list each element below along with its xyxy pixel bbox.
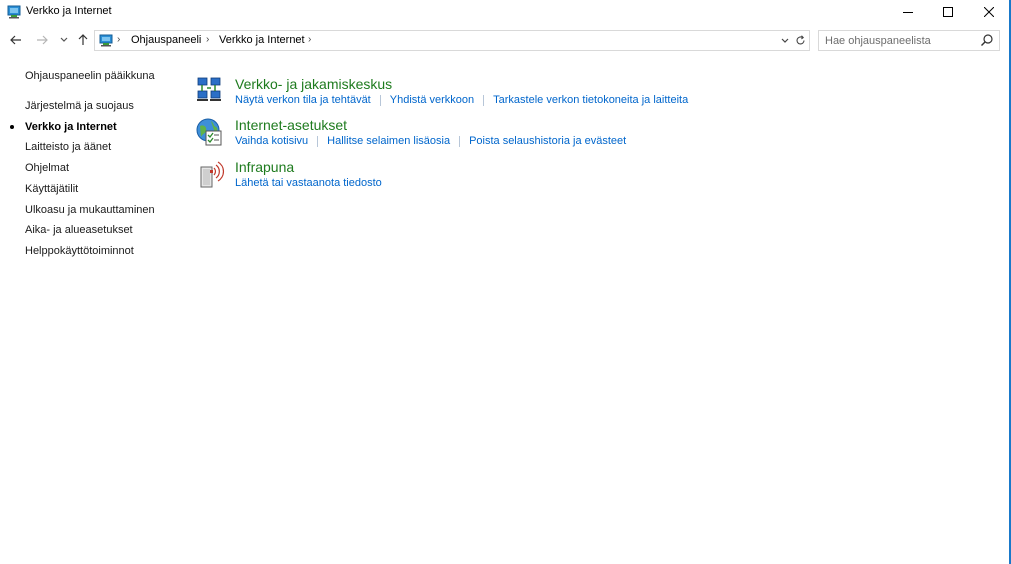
- recent-locations-button[interactable]: [57, 30, 71, 50]
- search-icon[interactable]: [979, 33, 995, 48]
- link-change-home-page[interactable]: Vaihda kotisivu: [235, 135, 308, 147]
- navigation-row: › Ohjauspaneeli › Verkko ja Internet ›: [0, 28, 1009, 54]
- title-bar[interactable]: Verkko ja Internet: [0, 0, 1009, 24]
- search-box[interactable]: [818, 30, 1000, 51]
- arrow-up-icon: [78, 34, 88, 45]
- category-title[interactable]: Internet-asetukset: [235, 117, 347, 133]
- category-infrared: Infrapuna Lähetä tai vastaanota tiedosto: [195, 159, 895, 199]
- up-button[interactable]: [74, 30, 92, 50]
- link-separator: [483, 94, 485, 106]
- link-connect-to-network[interactable]: Yhdistä verkkoon: [390, 94, 474, 106]
- control-panel-icon: [99, 34, 113, 47]
- close-button[interactable]: [969, 0, 1009, 24]
- minimize-button[interactable]: [888, 0, 928, 24]
- back-button[interactable]: [7, 30, 25, 50]
- sidebar-item-control-panel-home[interactable]: Ohjauspaneelin pääikkuna: [25, 70, 155, 82]
- breadcrumb-separator-icon[interactable]: ›: [117, 34, 120, 45]
- category-title[interactable]: Infrapuna: [235, 159, 294, 175]
- internet-options-icon[interactable]: [195, 117, 227, 149]
- category-links: Näytä verkon tila ja tehtävät Yhdistä ve…: [235, 94, 688, 106]
- minimize-icon: [903, 12, 913, 13]
- breadcrumb-verkko-ja-internet[interactable]: Verkko ja Internet: [219, 34, 305, 46]
- category-title[interactable]: Verkko- ja jakamiskeskus: [235, 76, 392, 92]
- sidebar-item-ease-of-access[interactable]: Helppokäyttötoiminnot: [25, 245, 134, 257]
- chevron-down-icon: [60, 37, 68, 42]
- link-separator: [317, 135, 319, 147]
- infrared-icon[interactable]: [195, 159, 227, 191]
- link-send-receive-file[interactable]: Lähetä tai vastaanota tiedosto: [235, 177, 382, 189]
- category-links: Vaihda kotisivu Hallitse selaimen lisäos…: [235, 135, 626, 147]
- sidebar-item-hardware-and-sound[interactable]: Laitteisto ja äänet: [25, 141, 111, 153]
- close-icon: [984, 7, 994, 17]
- category-network-sharing-center: Verkko- ja jakamiskeskus Näytä verkon ti…: [195, 76, 895, 116]
- sidebar-item-appearance[interactable]: Ulkoasu ja mukauttaminen: [25, 204, 155, 216]
- search-input[interactable]: [819, 31, 977, 50]
- refresh-icon: [795, 35, 805, 45]
- window-title: Verkko ja Internet: [26, 5, 112, 17]
- link-separator: [379, 94, 381, 106]
- link-view-network-status[interactable]: Näytä verkon tila ja tehtävät: [235, 94, 371, 106]
- forward-button[interactable]: [33, 30, 51, 50]
- category-links: Lähetä tai vastaanota tiedosto: [235, 177, 382, 189]
- control-panel-window: Verkko ja Internet › Ohjauspaneeli › Ver…: [0, 0, 1011, 564]
- link-manage-browser-addons[interactable]: Hallitse selaimen lisäosia: [327, 135, 450, 147]
- chevron-down-icon: [781, 38, 789, 43]
- breadcrumb-separator-icon[interactable]: ›: [308, 34, 311, 45]
- breadcrumb-ohjauspaneeli[interactable]: Ohjauspaneeli: [131, 34, 201, 46]
- sidebar-item-programs[interactable]: Ohjelmat: [25, 162, 69, 174]
- arrow-right-icon: [37, 35, 48, 45]
- network-sharing-center-icon[interactable]: [195, 76, 227, 108]
- sidebar-item-clock-and-region[interactable]: Aika- ja alueasetukset: [25, 224, 133, 236]
- active-item-bullet-icon: [10, 125, 14, 129]
- maximize-button[interactable]: [928, 0, 968, 24]
- link-view-network-computers[interactable]: Tarkastele verkon tietokoneita ja laitte…: [493, 94, 688, 106]
- refresh-button[interactable]: [792, 32, 808, 49]
- address-history-button[interactable]: [778, 32, 792, 49]
- link-separator: [459, 135, 461, 147]
- control-panel-icon: [7, 5, 21, 19]
- link-delete-browsing-history[interactable]: Poista selaushistoria ja evästeet: [469, 135, 626, 147]
- sidebar-item-user-accounts[interactable]: Käyttäjätilit: [25, 183, 78, 195]
- maximize-icon: [943, 7, 953, 17]
- arrow-left-icon: [10, 35, 21, 45]
- category-internet-options: Internet-asetukset Vaihda kotisivu Halli…: [195, 117, 895, 157]
- breadcrumb-separator-icon[interactable]: ›: [206, 34, 209, 45]
- sidebar-item-network-and-internet[interactable]: Verkko ja Internet: [25, 121, 117, 133]
- sidebar-item-system-and-security[interactable]: Järjestelmä ja suojaus: [25, 100, 134, 112]
- address-bar[interactable]: › Ohjauspaneeli › Verkko ja Internet ›: [94, 30, 810, 51]
